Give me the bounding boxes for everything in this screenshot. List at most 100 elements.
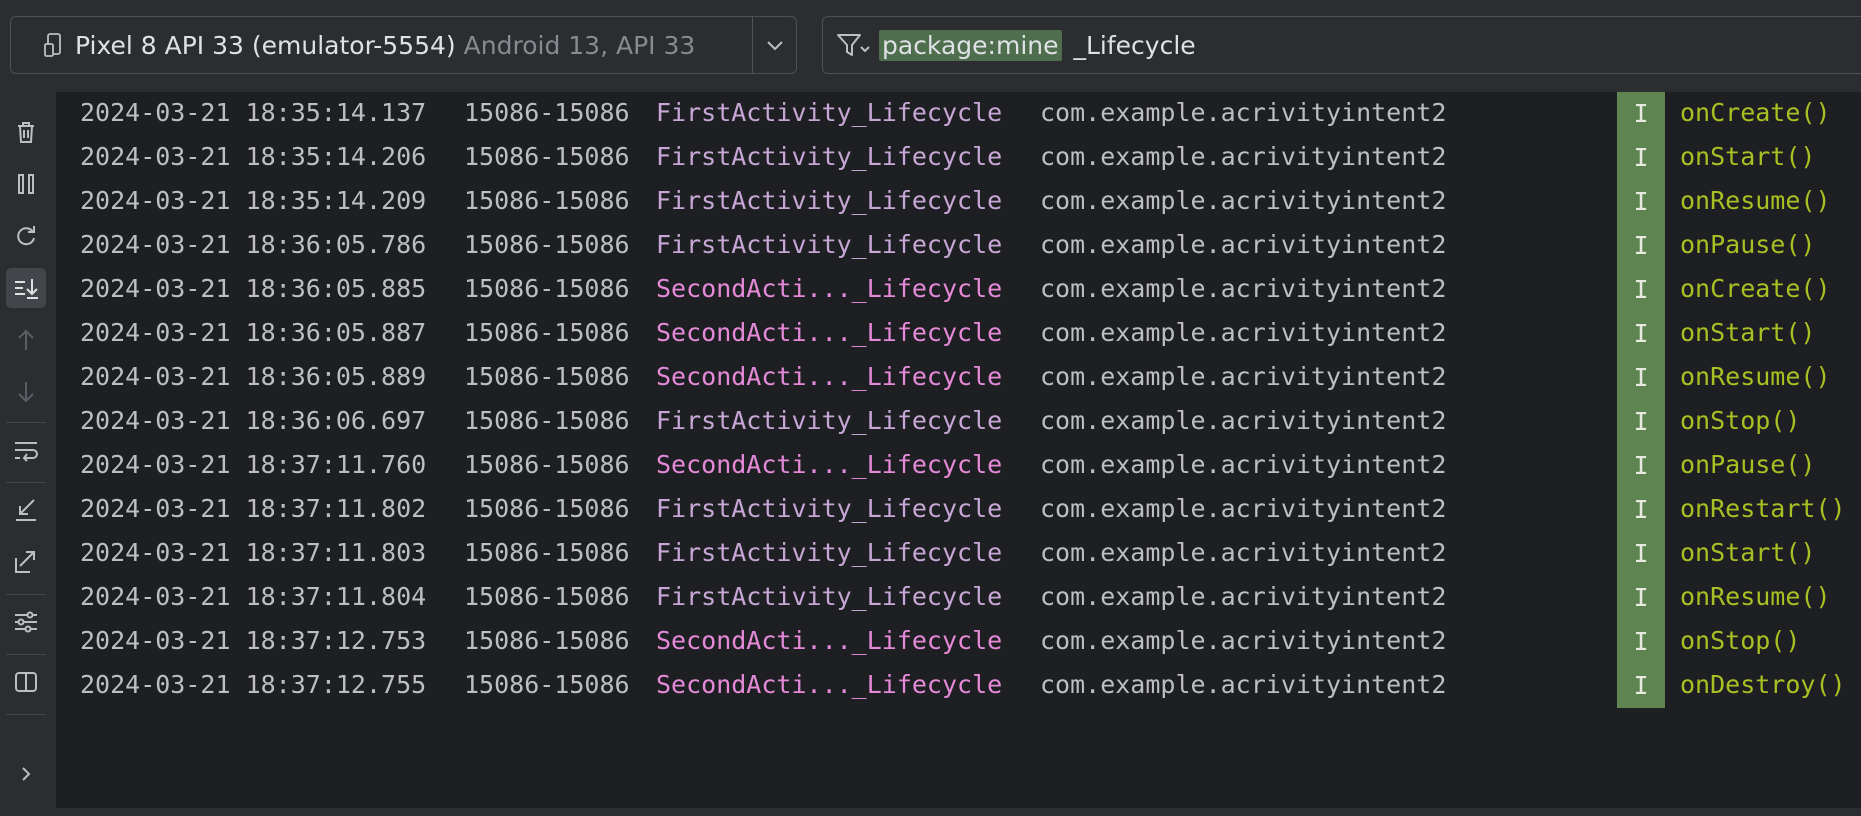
log-message: onStop() xyxy=(1680,626,1801,655)
format-settings-button[interactable] xyxy=(6,602,46,642)
restart-button[interactable] xyxy=(6,216,46,256)
log-date: 2024-03-21 18:35:14.137 xyxy=(80,98,427,127)
log-message: onResume() xyxy=(1680,582,1831,611)
scroll-to-end-button[interactable] xyxy=(6,268,46,308)
log-row[interactable]: 2024-03-21 18:37:12.755 15086-15086 Second… xyxy=(56,664,1861,708)
log-package: com.example.acrivityintent2 xyxy=(1040,318,1447,347)
log-date: 2024-03-21 18:37:11.760 xyxy=(80,450,427,479)
log-level-badge: I xyxy=(1617,224,1665,268)
log-row[interactable]: 2024-03-21 18:35:14.209 15086-15086 FirstA… xyxy=(56,180,1861,224)
log-message: onPause() xyxy=(1680,230,1816,259)
log-tag: FirstActivity_Lifecycle xyxy=(656,494,1003,523)
log-date: 2024-03-21 18:36:05.786 xyxy=(80,230,427,259)
device-selector[interactable]: Pixel 8 API 33 (emulator-5554) Android 1… xyxy=(10,16,797,74)
log-row[interactable]: 2024-03-21 18:36:05.887 15086-15086 Second… xyxy=(56,312,1861,356)
log-message: onResume() xyxy=(1680,362,1831,391)
split-panels-icon xyxy=(15,672,37,692)
log-pid: 15086-15086 xyxy=(464,450,630,479)
more-tools-button[interactable] xyxy=(6,754,46,794)
log-pid: 15086-15086 xyxy=(464,186,630,215)
log-row[interactable]: 2024-03-21 18:35:14.206 15086-15086 FirstA… xyxy=(56,136,1861,180)
log-message: onCreate() xyxy=(1680,98,1831,127)
log-message: onDestroy() xyxy=(1680,670,1846,699)
device-phone-icon xyxy=(41,31,69,59)
log-message: onRestart() xyxy=(1680,494,1846,523)
soft-wrap-icon xyxy=(15,442,38,462)
log-message: onResume() xyxy=(1680,186,1831,215)
log-row[interactable]: 2024-03-21 18:36:05.885 15086-15086 Second… xyxy=(56,268,1861,312)
log-package: com.example.acrivityintent2 xyxy=(1040,406,1447,435)
arrow-up-icon xyxy=(18,329,34,350)
log-level-badge: I xyxy=(1617,576,1665,620)
log-row[interactable]: 2024-03-21 18:37:11.760 15086-15086 Second… xyxy=(56,444,1861,488)
log-level-badge: I xyxy=(1617,356,1665,400)
log-tag: SecondActi..._Lifecycle xyxy=(656,670,1003,699)
log-pid: 15086-15086 xyxy=(464,538,630,567)
toolbar-separator xyxy=(6,594,46,595)
log-pid: 15086-15086 xyxy=(464,670,630,699)
log-level-badge: I xyxy=(1617,444,1665,488)
arrow-down-icon xyxy=(18,382,34,403)
device-name: Pixel 8 API 33 (emulator-5554) xyxy=(75,30,456,60)
logcat-side-toolbar xyxy=(0,92,56,808)
log-pid: 15086-15086 xyxy=(464,626,630,655)
pause-icon xyxy=(18,174,34,194)
log-message: onCreate() xyxy=(1680,274,1831,303)
previous-occurrence-button[interactable] xyxy=(6,320,46,360)
log-message: onStart() xyxy=(1680,318,1816,347)
log-row[interactable]: 2024-03-21 18:36:06.697 15086-15086 FirstA… xyxy=(56,400,1861,444)
log-tag: FirstActivity_Lifecycle xyxy=(656,582,1003,611)
next-occurrence-button[interactable] xyxy=(6,372,46,412)
settings-sliders-icon xyxy=(15,611,37,633)
log-message: onStop() xyxy=(1680,406,1801,435)
unfold-button[interactable] xyxy=(6,542,46,582)
toolbar-separator xyxy=(6,482,46,483)
log-tag: SecondActi..._Lifecycle xyxy=(656,362,1003,391)
log-row[interactable]: 2024-03-21 18:35:14.137 15086-15086 FirstA… xyxy=(56,92,1861,136)
toolbar-separator xyxy=(6,714,46,715)
split-panels-button[interactable] xyxy=(6,662,46,702)
log-tag: FirstActivity_Lifecycle xyxy=(656,186,1003,215)
log-tag: SecondActi..._Lifecycle xyxy=(656,450,1003,479)
pause-button[interactable] xyxy=(6,164,46,204)
log-pid: 15086-15086 xyxy=(464,142,630,171)
log-tag: FirstActivity_Lifecycle xyxy=(656,98,1003,127)
log-date: 2024-03-21 18:37:11.802 xyxy=(80,494,427,523)
scroll-to-end-icon xyxy=(15,279,38,299)
chevron-down-icon xyxy=(766,41,783,51)
log-level-badge: I xyxy=(1617,92,1665,136)
soft-wrap-button[interactable] xyxy=(6,430,46,470)
log-row[interactable]: 2024-03-21 18:36:05.889 15086-15086 Second… xyxy=(56,356,1861,400)
log-row[interactable]: 2024-03-21 18:37:11.802 15086-15086 FirstA… xyxy=(56,488,1861,532)
log-level-badge: I xyxy=(1617,532,1665,576)
log-date: 2024-03-21 18:37:11.803 xyxy=(80,538,427,567)
log-message: onPause() xyxy=(1680,450,1816,479)
restart-icon xyxy=(17,226,35,246)
filter-package-chip: package:mine xyxy=(879,29,1062,61)
log-row[interactable]: 2024-03-21 18:37:12.753 15086-15086 Second… xyxy=(56,620,1861,664)
log-message: onStart() xyxy=(1680,538,1816,567)
log-tag: FirstActivity_Lifecycle xyxy=(656,142,1003,171)
logcat-filter-input[interactable]: package:mine _Lifecycle xyxy=(822,16,1861,74)
log-pid: 15086-15086 xyxy=(464,582,630,611)
log-tag: FirstActivity_Lifecycle xyxy=(656,230,1003,259)
log-row[interactable]: 2024-03-21 18:37:11.803 15086-15086 FirstA… xyxy=(56,532,1861,576)
log-package: com.example.acrivityintent2 xyxy=(1040,582,1447,611)
fold-button[interactable] xyxy=(6,490,46,530)
log-pid: 15086-15086 xyxy=(464,230,630,259)
log-pid: 15086-15086 xyxy=(464,98,630,127)
clear-logcat-button[interactable] xyxy=(6,112,46,152)
log-package: com.example.acrivityintent2 xyxy=(1040,274,1447,303)
device-dropdown-button[interactable] xyxy=(752,17,796,73)
log-date: 2024-03-21 18:36:06.697 xyxy=(80,406,427,435)
logcat-toolbar: Pixel 8 API 33 (emulator-5554) Android 1… xyxy=(0,0,1861,92)
log-row[interactable]: 2024-03-21 18:37:11.804 15086-15086 FirstA… xyxy=(56,576,1861,620)
logcat-output[interactable]: 2024-03-21 18:35:14.137 15086-15086 FirstA… xyxy=(56,92,1861,808)
log-tag: FirstActivity_Lifecycle xyxy=(656,406,1003,435)
expand-arrow-icon xyxy=(15,551,35,573)
filter-icon[interactable] xyxy=(835,30,871,60)
log-tag: SecondActi..._Lifecycle xyxy=(656,626,1003,655)
log-date: 2024-03-21 18:35:14.209 xyxy=(80,186,427,215)
log-row[interactable]: 2024-03-21 18:36:05.786 15086-15086 FirstA… xyxy=(56,224,1861,268)
bottom-border xyxy=(0,808,1861,816)
